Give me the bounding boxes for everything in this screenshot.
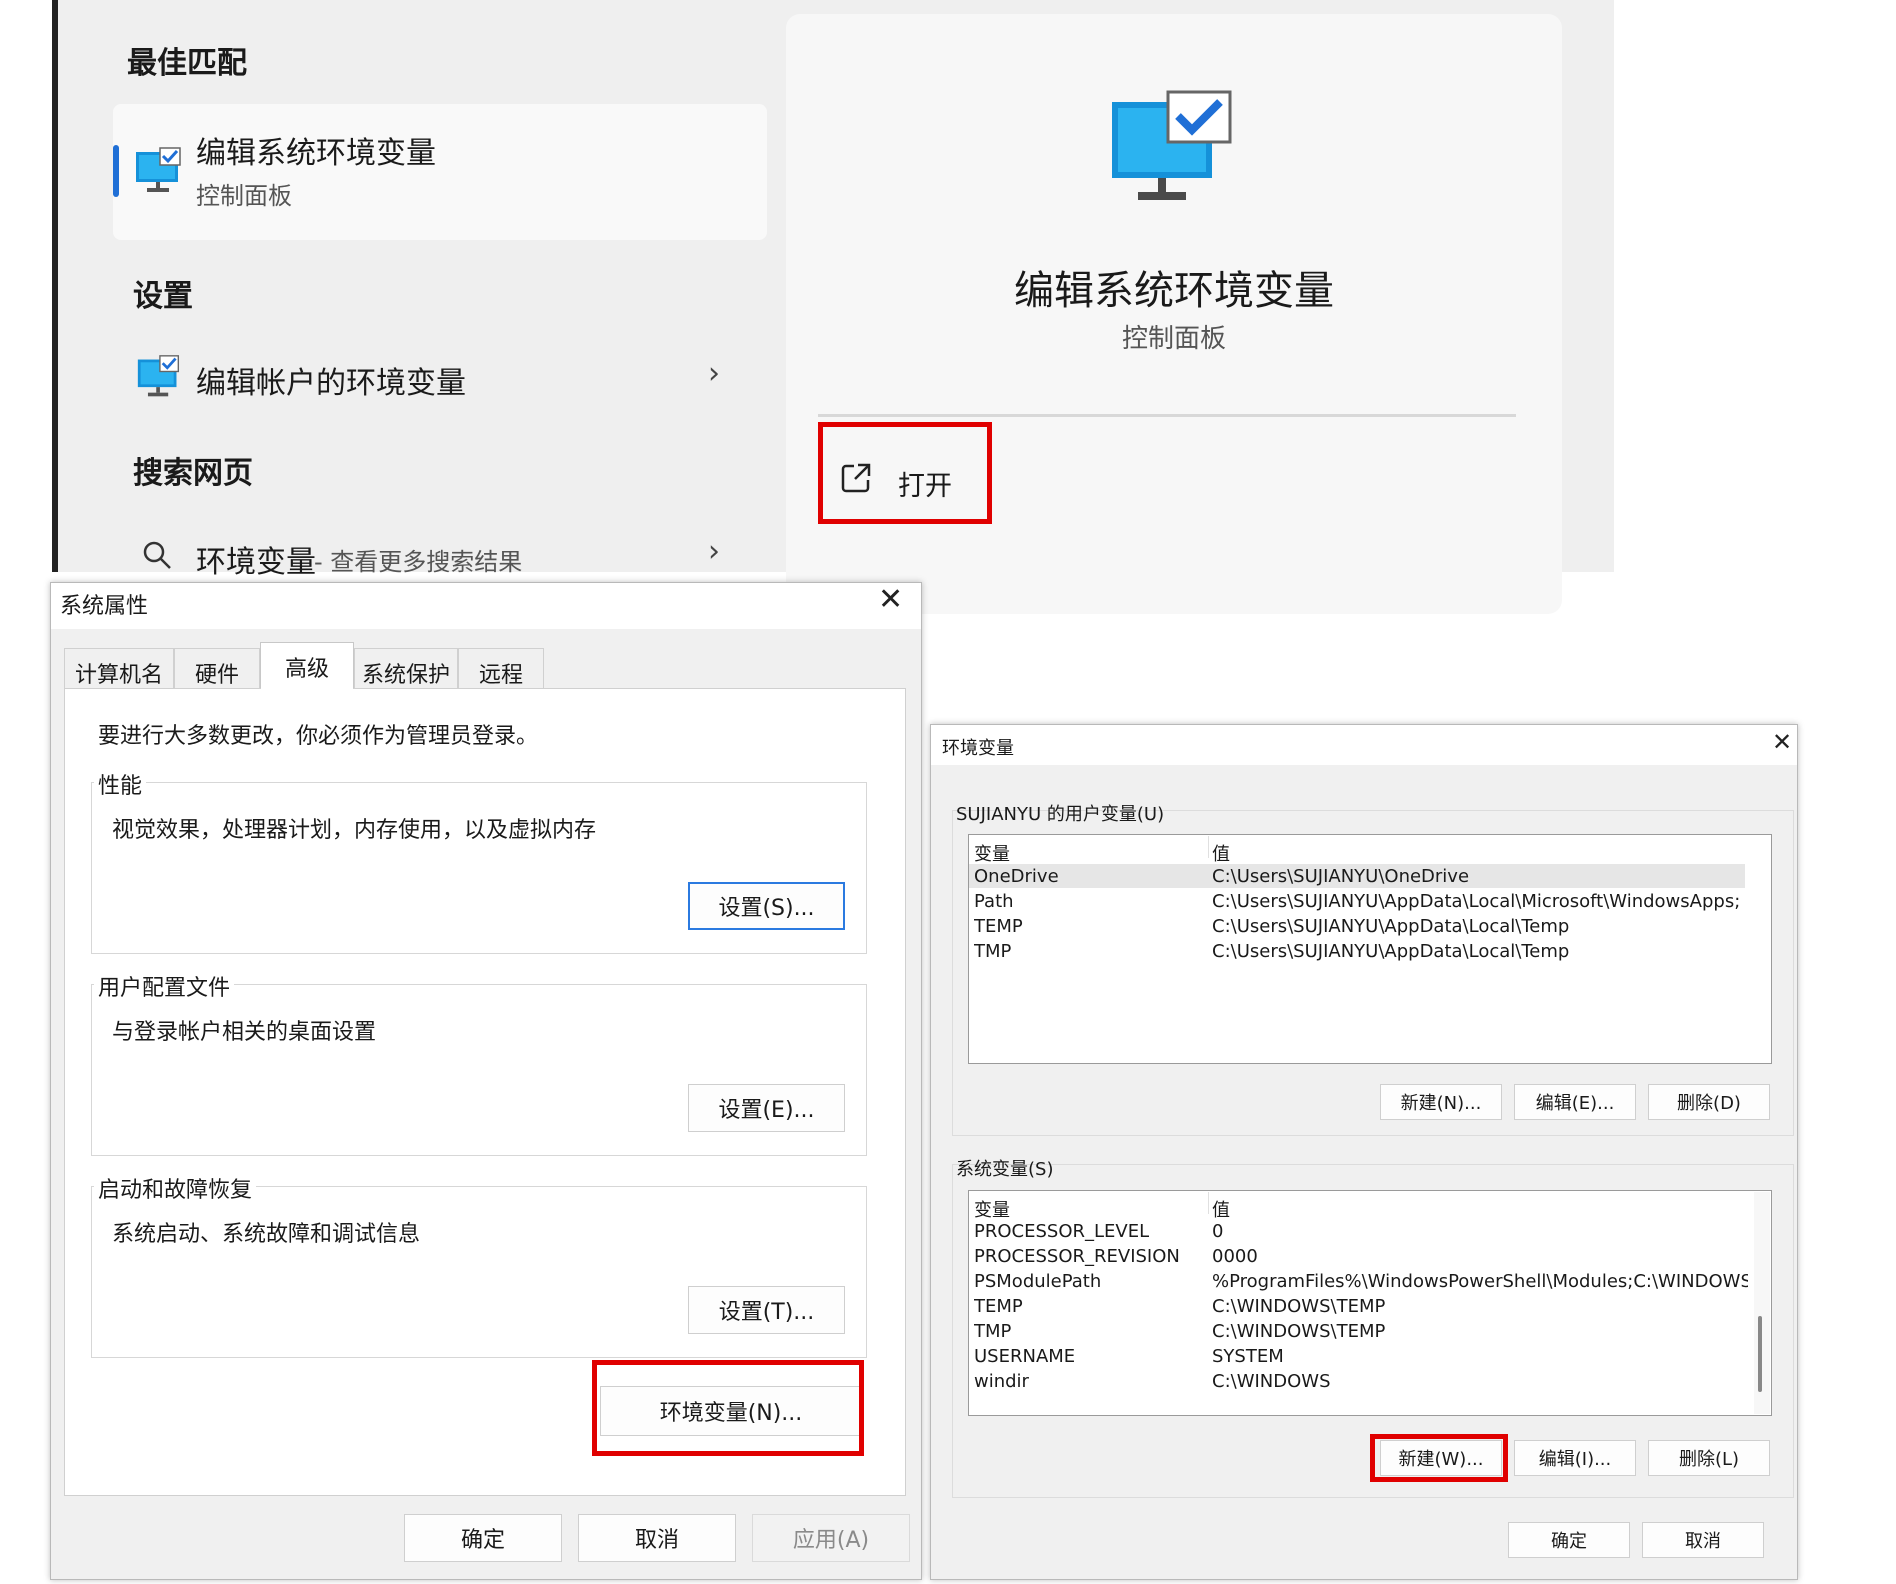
table-cell[interactable]: TEMP: [974, 1296, 1023, 1317]
preview-subtitle: 控制面板: [1121, 324, 1226, 354]
apply-button[interactable]: 应用(A): [752, 1514, 910, 1562]
best-match-result[interactable]: [113, 104, 767, 240]
user-profile-desc: 与登录帐户相关的桌面设置: [112, 1020, 377, 1045]
user-edit-button[interactable]: 编辑(E)...: [1514, 1084, 1636, 1120]
highlight-box: [592, 1360, 864, 1456]
titlebar: [931, 725, 1797, 765]
performance-label: 性能: [94, 768, 147, 800]
scrollbar-thumb[interactable]: [1758, 1316, 1762, 1392]
system-edit-button[interactable]: 编辑(I)...: [1514, 1440, 1636, 1476]
column-divider: [1208, 1192, 1209, 1214]
table-cell: %ProgramFiles%\WindowsPowerShell\Modules…: [1212, 1271, 1748, 1292]
system-delete-button[interactable]: 删除(L): [1648, 1440, 1770, 1476]
table-cell: OneDrive: [974, 866, 1059, 887]
table-cell: 0000: [1212, 1246, 1258, 1267]
ok-button[interactable]: 确定: [404, 1514, 562, 1562]
column-header-value[interactable]: 值: [1212, 1196, 1230, 1222]
table-cell: C:\Users\SUJIANYU\OneDrive: [1212, 866, 1470, 887]
close-icon[interactable]: ✕: [878, 582, 903, 617]
user-variables-label: SUJIANYU 的用户变量(U): [956, 804, 1165, 825]
table-cell[interactable]: PROCESSOR_LEVEL: [974, 1221, 1149, 1242]
table-cell[interactable]: TMP: [974, 941, 1011, 962]
tab-computer-name[interactable]: 计算机名: [64, 648, 174, 688]
tab-join: [261, 686, 353, 690]
best-match-heading: 最佳匹配: [127, 46, 247, 81]
tab-advanced[interactable]: 高级: [260, 642, 354, 692]
web-result-title: 环境变量: [196, 545, 316, 580]
scrollbar-track[interactable]: [1754, 1192, 1770, 1414]
performance-desc: 视觉效果，处理器计划，内存使用，以及虚拟内存: [112, 818, 597, 843]
settings-heading: 设置: [133, 279, 193, 314]
user-profile-settings-button[interactable]: 设置(E)...: [688, 1084, 845, 1132]
table-cell[interactable]: PSModulePath: [974, 1271, 1101, 1292]
table-cell[interactable]: TMP: [974, 1321, 1011, 1342]
close-icon[interactable]: ✕: [1772, 728, 1792, 756]
monitor-check-icon: [137, 355, 180, 397]
preview-title: 编辑系统环境变量: [1014, 268, 1334, 314]
admin-note: 要进行大多数更改，你必须作为管理员登录。: [98, 724, 539, 749]
table-cell[interactable]: PROCESSOR_REVISION: [974, 1246, 1180, 1267]
system-variables-label: 系统变量(S): [956, 1159, 1054, 1180]
best-match-title: 编辑系统环境变量: [196, 136, 436, 171]
chevron-right-icon[interactable]: ›: [708, 534, 720, 569]
startup-recovery-settings-button[interactable]: 设置(T)...: [688, 1286, 845, 1334]
user-profile-label: 用户配置文件: [94, 970, 235, 1002]
tab-system-protection[interactable]: 系统保护: [354, 648, 458, 688]
tab-hardware[interactable]: 硬件: [174, 648, 260, 688]
column-divider: [1208, 836, 1209, 858]
table-cell: C:\WINDOWS\TEMP: [1212, 1321, 1386, 1342]
preview-divider: [818, 414, 1516, 417]
highlight-box: [818, 422, 992, 524]
table-cell: C:\Users\SUJIANYU\AppData\Local\Temp: [1212, 916, 1570, 937]
dialog-title: 系统属性: [60, 594, 149, 619]
highlight-box: [1370, 1434, 1508, 1482]
best-match-subtitle: 控制面板: [196, 182, 292, 210]
cancel-button[interactable]: 取消: [578, 1514, 736, 1562]
settings-result-title: 编辑帐户的环境变量: [196, 366, 466, 401]
ok-button[interactable]: 确定: [1508, 1522, 1630, 1558]
startup-recovery-label: 启动和故障恢复: [94, 1172, 257, 1204]
selection-accent: [113, 145, 119, 197]
startup-recovery-desc: 系统启动、系统故障和调试信息: [112, 1222, 421, 1247]
column-header-variable[interactable]: 变量: [974, 840, 1010, 866]
user-new-button[interactable]: 新建(N)...: [1380, 1084, 1502, 1120]
table-cell: 0: [1212, 1221, 1224, 1242]
panel-edge: [52, 0, 58, 572]
table-cell: C:\Users\SUJIANYU\AppData\Local\Microsof…: [1212, 891, 1741, 912]
tab-remote[interactable]: 远程: [458, 648, 544, 688]
cancel-button[interactable]: 取消: [1642, 1522, 1764, 1558]
table-cell: SYSTEM: [1212, 1346, 1284, 1367]
table-cell[interactable]: windir: [974, 1371, 1029, 1392]
titlebar: [51, 583, 921, 629]
table-cell[interactable]: Path: [974, 891, 1014, 912]
search-icon: [143, 541, 171, 569]
web-result-subtitle: - 查看更多搜索结果: [314, 548, 523, 576]
performance-settings-button[interactable]: 设置(S)...: [688, 882, 845, 930]
table-cell: C:\WINDOWS\TEMP: [1212, 1296, 1386, 1317]
user-delete-button[interactable]: 删除(D): [1648, 1084, 1770, 1120]
monitor-check-icon: [1112, 90, 1232, 200]
monitor-check-icon: [136, 147, 181, 192]
table-cell[interactable]: TEMP: [974, 916, 1023, 937]
column-header-variable[interactable]: 变量: [974, 1196, 1010, 1222]
table-cell[interactable]: USERNAME: [974, 1346, 1075, 1367]
table-cell: C:\WINDOWS: [1212, 1371, 1331, 1392]
table-cell: C:\Users\SUJIANYU\AppData\Local\Temp: [1212, 941, 1570, 962]
web-heading: 搜索网页: [133, 456, 253, 491]
dialog-title: 环境变量: [942, 738, 1014, 759]
chevron-right-icon[interactable]: ›: [708, 356, 720, 391]
column-header-value[interactable]: 值: [1212, 840, 1230, 866]
